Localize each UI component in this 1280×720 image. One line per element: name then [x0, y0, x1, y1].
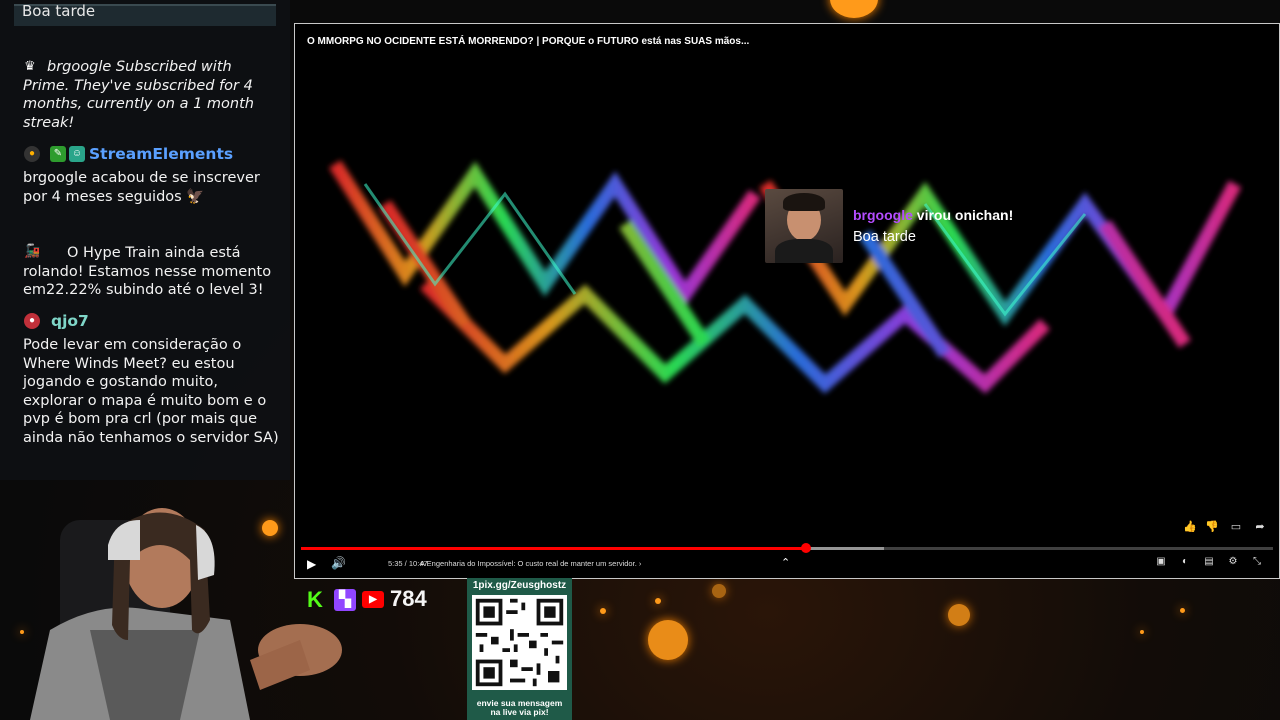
ember — [1180, 608, 1185, 613]
pix-url: 1pix.gg/Zeusghostz — [472, 580, 567, 591]
video-thumbnail-art — [329, 160, 1242, 394]
settings-gear-icon[interactable]: ⚙ — [1226, 555, 1240, 569]
overlay-alert-message: Boa tarde — [853, 229, 916, 245]
pix-instructions-line2: na live via pix! — [490, 707, 549, 717]
viewer-count: 784 — [390, 586, 427, 611]
progress-scrubber-handle[interactable] — [801, 543, 812, 553]
autoplay-toggle-icon[interactable]: ◐ — [1178, 555, 1192, 569]
chapter-title[interactable]: A Engenharia do Impossível: O custo real… — [420, 559, 641, 568]
pix-instructions: envie sua mensagem na live via pix! — [467, 699, 572, 717]
ember — [648, 620, 688, 660]
pix-donation-widget: 1pix.gg/Zeusghostz envie sua mensagem na… — [467, 578, 572, 720]
moderator-badge-icon: ✎ — [50, 146, 66, 162]
ember — [600, 608, 606, 614]
ember — [712, 584, 726, 598]
subtitles-icon[interactable]: ▤ — [1202, 555, 1216, 569]
progress-bar[interactable] — [301, 543, 1273, 553]
like-icon[interactable]: 👍 — [1183, 520, 1197, 534]
youtube-icon: ▶ — [362, 591, 384, 608]
chapter-title-text: A Engenharia do Impossível: O custo real… — [420, 559, 637, 568]
streamer-webcam — [30, 508, 342, 720]
miniplayer-icon[interactable]: ▣ — [1154, 555, 1168, 569]
ember — [830, 0, 878, 18]
overlay-alert-username: brgoogle — [853, 207, 913, 223]
ember — [655, 598, 661, 604]
chat-message-hype-train: O Hype Train ainda está rolando! Estamos… — [23, 245, 272, 298]
streamelements-avatar-icon: ● — [24, 146, 40, 162]
chevron-up-icon[interactable]: ⌃ — [781, 556, 790, 569]
chat-username-qjo7[interactable]: qjo7 — [51, 312, 89, 330]
video-player[interactable]: O MMORPG NO OCIDENTE ESTÁ MORRENDO? | PO… — [294, 23, 1280, 579]
share-icon[interactable]: ➦ — [1253, 520, 1267, 534]
chat-panel: Boa tarde ♛ brgoogle Subscribed with Pri… — [0, 0, 290, 480]
overlay-webcam-thumbnail — [765, 189, 843, 263]
ember — [948, 604, 970, 626]
qr-code-icon — [472, 595, 567, 690]
chat-message-text: Pode levar em consideração o Where Winds… — [23, 337, 279, 446]
user-avatar-icon: ● — [24, 313, 40, 329]
overlay-alert-action: virou onichan! — [912, 207, 1014, 223]
progress-played — [301, 547, 807, 550]
chat-top-message-text: Boa tarde — [22, 2, 96, 20]
exit-fullscreen-icon[interactable]: ⤡ — [1250, 555, 1264, 569]
ember — [1140, 630, 1144, 634]
chat-username-streamelements[interactable]: StreamElements — [89, 145, 233, 163]
chat-message-subscription: brgoogle Subscribed with Prime. They've … — [23, 59, 254, 131]
chat-message-text: brgoogle acabou de se inscrever por 4 me… — [23, 170, 260, 205]
video-title[interactable]: O MMORPG NO OCIDENTE ESTÁ MORRENDO? | PO… — [307, 36, 749, 47]
overlay-alert-title: brgoogle virou onichan! — [853, 207, 1013, 223]
bot-badge-icon: ☺ — [69, 146, 85, 162]
chat-top-message: Boa tarde — [14, 2, 276, 26]
dislike-icon[interactable]: 👎 — [1205, 520, 1219, 534]
comment-icon[interactable]: ▭ — [1229, 520, 1243, 534]
